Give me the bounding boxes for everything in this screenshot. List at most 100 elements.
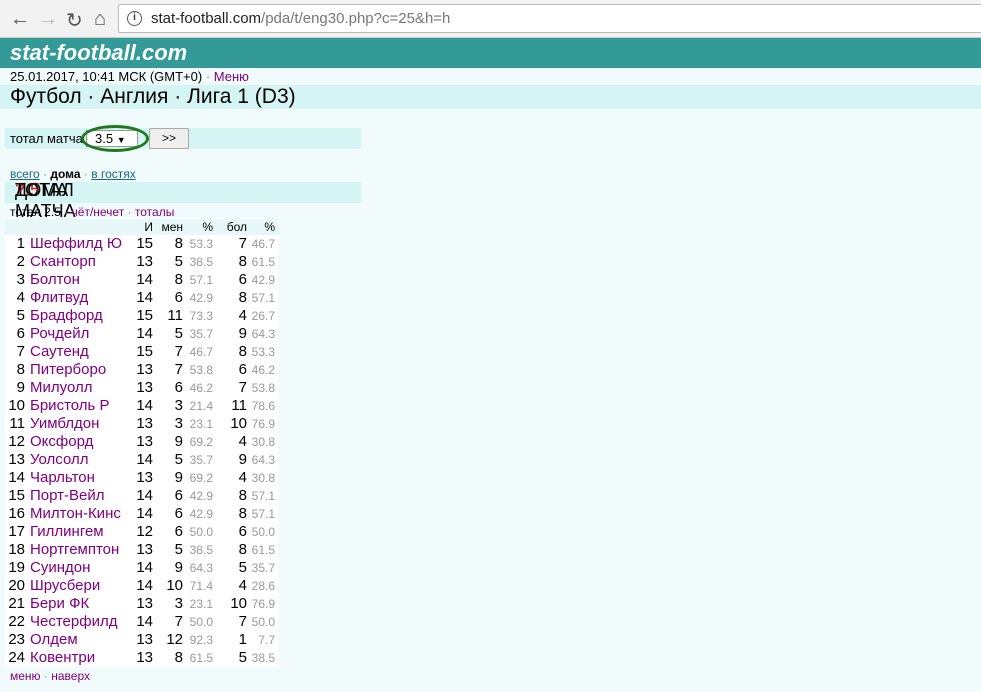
menu-link[interactable]: Меню	[214, 69, 249, 84]
over-pct: 61.5	[251, 543, 275, 557]
team-link[interactable]: Шеффилд Ю	[30, 235, 122, 252]
rank: 4	[16, 289, 25, 306]
under: 5	[174, 541, 183, 558]
under-pct: 42.9	[189, 489, 213, 503]
reload-icon[interactable]: ↻	[66, 8, 83, 33]
team-link[interactable]: Честерфилд	[30, 613, 117, 630]
games: 13	[136, 631, 153, 648]
under-pct: 64.3	[189, 561, 213, 575]
under: 8	[174, 649, 183, 666]
team-link[interactable]: Брадфорд	[30, 307, 103, 324]
team-link[interactable]: Саутенд	[30, 343, 89, 360]
rank: 1	[16, 235, 25, 252]
team-link[interactable]: Сканторп	[30, 253, 96, 270]
over-pct: 53.8	[251, 381, 275, 395]
submit-button[interactable]: >>	[149, 128, 189, 149]
rank: 9	[16, 379, 25, 396]
team-link[interactable]: Гиллингем	[30, 523, 104, 540]
rank: 21	[8, 595, 25, 612]
table-row: 16 Милтон-Кинс 14 6 42.9 8 57.1	[5, 505, 279, 523]
under-pct: 42.9	[189, 291, 213, 305]
address-bar[interactable]: i stat-football.com/pda/t/eng30.php?c=25…	[118, 4, 981, 33]
over: 8	[238, 289, 247, 306]
team-link[interactable]: Питерборо	[30, 361, 106, 378]
table-row: 11 Уимблдон 13 3 23.1 10 76.9	[5, 415, 279, 433]
team-link[interactable]: Болтон	[30, 271, 80, 288]
over: 4	[238, 433, 247, 450]
over: 1	[238, 631, 247, 648]
over-pct: 35.7	[251, 561, 275, 575]
over-pct: 57.1	[251, 489, 275, 503]
home-icon[interactable]: ⌂	[94, 8, 106, 31]
back-to-top-link[interactable]: наверх	[51, 669, 90, 683]
highlight-circle	[81, 125, 149, 152]
team-link[interactable]: Рочдейл	[30, 325, 89, 342]
table-row: 14 Чарльтон 13 9 69.2 4 30.8	[5, 469, 279, 487]
venue-tabs: всего · дома · в гостях	[10, 167, 136, 181]
rank: 17	[8, 523, 25, 540]
team-link[interactable]: Флитвуд	[30, 289, 88, 306]
table-row: 4 Флитвуд 14 6 42.9 8 57.1	[5, 289, 279, 307]
over-pct: 46.7	[251, 237, 275, 251]
rank: 3	[16, 271, 25, 288]
team-link[interactable]: Милуолл	[30, 379, 92, 396]
rank: 20	[8, 577, 25, 594]
team-link[interactable]: Оксфорд	[30, 433, 93, 450]
team-link[interactable]: Милтон-Кинс	[30, 505, 121, 522]
parity-link[interactable]: чёт/нечет	[72, 205, 125, 219]
footer-menu-link[interactable]: меню	[10, 669, 41, 683]
col-under-pct: %	[183, 219, 213, 235]
games: 14	[136, 289, 153, 306]
games: 14	[136, 613, 153, 630]
over: 7	[238, 379, 247, 396]
table-row: 15 Порт-Вейл 14 6 42.9 8 57.1	[5, 487, 279, 505]
totals-link[interactable]: тоталы	[135, 205, 174, 219]
over: 8	[238, 343, 247, 360]
under-pct: 38.5	[189, 255, 213, 269]
under: 5	[174, 325, 183, 342]
team-link[interactable]: Олдем	[30, 631, 78, 648]
games: 13	[136, 415, 153, 432]
over: 7	[238, 235, 247, 252]
games: 13	[136, 361, 153, 378]
tab-away[interactable]: в гостях	[91, 167, 136, 181]
page-title: Футбол · Англия · Лига 1 (D3)	[10, 85, 296, 108]
info-icon[interactable]: i	[127, 11, 142, 26]
over: 5	[238, 649, 247, 666]
team-link[interactable]: Нортгемптон	[30, 541, 119, 558]
team-link[interactable]: Суиндон	[30, 559, 90, 576]
under-pct: 46.2	[189, 381, 213, 395]
under: 10	[166, 577, 183, 594]
team-link[interactable]: Уимблдон	[30, 415, 99, 432]
under-pct: 35.7	[189, 327, 213, 341]
tab-all[interactable]: всего	[10, 167, 40, 181]
under-pct: 92.3	[189, 633, 213, 647]
standings-table: И мен % бол % 1 Шеффилд Ю 15 8 53.3 7 46.7 2 Ска…	[5, 219, 279, 667]
over-pct: 28.6	[251, 579, 275, 593]
team-link[interactable]: Бристоль Р	[30, 397, 110, 414]
under: 3	[174, 397, 183, 414]
rank: 7	[16, 343, 25, 360]
rank: 8	[16, 361, 25, 378]
back-icon[interactable]: ←	[10, 8, 30, 31]
rank: 15	[8, 487, 25, 504]
team-link[interactable]: Уолсолл	[30, 451, 88, 468]
team-link[interactable]: Чарльтон	[30, 469, 95, 486]
games: 14	[136, 505, 153, 522]
over-pct: 50.0	[251, 525, 275, 539]
team-link[interactable]: Ковентри	[30, 649, 95, 666]
under: 6	[174, 379, 183, 396]
sub-links: тотал 2.5 · чёт/нечет · тоталы	[10, 205, 175, 219]
forward-icon[interactable]: →	[38, 8, 58, 31]
over: 4	[238, 307, 247, 324]
team-link[interactable]: Шрусбери	[30, 577, 100, 594]
under-pct: 50.0	[189, 615, 213, 629]
under: 8	[174, 235, 183, 252]
under: 12	[166, 631, 183, 648]
team-link[interactable]: Порт-Вейл	[30, 487, 104, 504]
under: 6	[174, 289, 183, 306]
games: 15	[136, 235, 153, 252]
footer: меню · наверх	[10, 669, 91, 683]
team-link[interactable]: Бери ФК	[30, 595, 89, 612]
site-logo[interactable]: stat-football.com	[10, 40, 187, 66]
